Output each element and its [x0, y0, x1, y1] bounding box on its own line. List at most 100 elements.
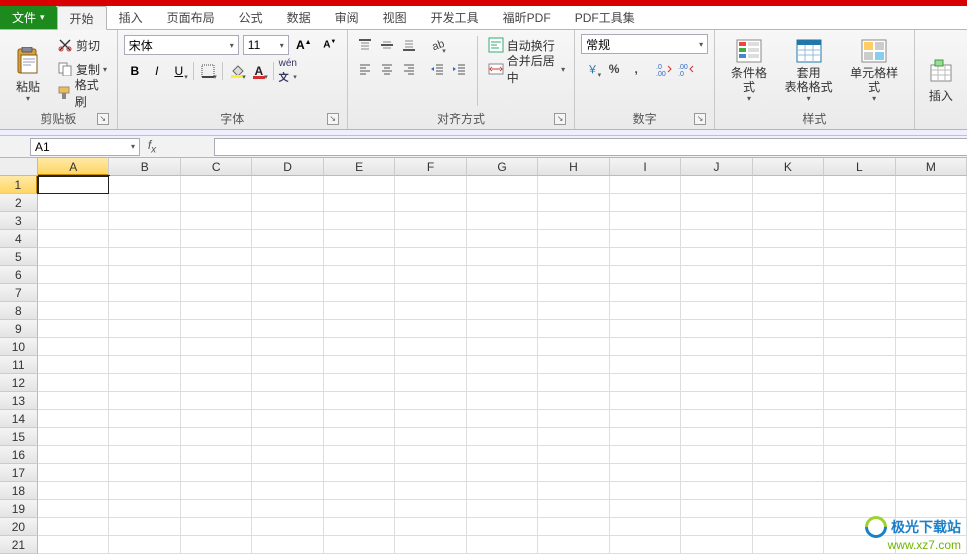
cell[interactable] [181, 374, 252, 392]
row-header[interactable]: 3 [0, 212, 38, 230]
cell[interactable] [109, 536, 180, 554]
increase-decimal-icon[interactable]: .0.00 [653, 58, 675, 80]
cell[interactable] [681, 482, 752, 500]
cell[interactable] [610, 284, 681, 302]
cell[interactable] [896, 176, 967, 194]
row-header[interactable]: 1 [0, 176, 38, 194]
cell[interactable] [324, 338, 395, 356]
orientation-button[interactable]: ab [426, 34, 448, 56]
column-header[interactable]: F [395, 158, 466, 176]
cell[interactable] [395, 446, 466, 464]
cell[interactable] [181, 446, 252, 464]
cell[interactable] [467, 284, 538, 302]
cell[interactable] [681, 248, 752, 266]
cell[interactable] [610, 428, 681, 446]
cell[interactable] [324, 356, 395, 374]
tab-file[interactable]: 文件 [0, 6, 57, 29]
phonetic-button[interactable]: wén文 [277, 60, 299, 82]
align-left-icon[interactable] [354, 58, 376, 80]
cell[interactable] [252, 536, 323, 554]
cell[interactable] [538, 356, 609, 374]
cell[interactable] [538, 320, 609, 338]
cell[interactable] [896, 338, 967, 356]
cell[interactable] [38, 320, 109, 338]
cell[interactable] [324, 248, 395, 266]
cell[interactable] [610, 392, 681, 410]
cell[interactable] [681, 284, 752, 302]
cell[interactable] [896, 320, 967, 338]
cell[interactable] [109, 482, 180, 500]
cell[interactable] [395, 482, 466, 500]
cell[interactable] [896, 392, 967, 410]
cell[interactable] [753, 230, 824, 248]
cell[interactable] [467, 320, 538, 338]
cell[interactable] [109, 428, 180, 446]
cell[interactable] [896, 284, 967, 302]
cell[interactable] [896, 212, 967, 230]
cell[interactable] [109, 212, 180, 230]
cell[interactable] [395, 284, 466, 302]
cell[interactable] [109, 356, 180, 374]
cell[interactable] [824, 338, 895, 356]
cell[interactable] [610, 338, 681, 356]
cell[interactable] [324, 410, 395, 428]
cell[interactable] [324, 176, 395, 194]
cell[interactable] [38, 338, 109, 356]
cell[interactable] [467, 266, 538, 284]
format-as-table-button[interactable]: 套用 表格格式 [781, 34, 837, 106]
cell[interactable] [538, 410, 609, 428]
cell[interactable] [467, 464, 538, 482]
cell[interactable] [467, 248, 538, 266]
cell[interactable] [109, 176, 180, 194]
cell[interactable] [181, 518, 252, 536]
cell[interactable] [538, 446, 609, 464]
cell[interactable] [395, 320, 466, 338]
cell[interactable] [252, 266, 323, 284]
borders-button[interactable] [197, 60, 219, 82]
cell[interactable] [896, 518, 967, 536]
cell[interactable] [896, 302, 967, 320]
cell[interactable] [753, 446, 824, 464]
cell[interactable] [896, 356, 967, 374]
cell[interactable] [538, 536, 609, 554]
cell[interactable] [252, 302, 323, 320]
cell[interactable] [181, 428, 252, 446]
column-header[interactable]: J [681, 158, 752, 176]
cell[interactable] [252, 374, 323, 392]
cell[interactable] [467, 392, 538, 410]
cell[interactable] [896, 230, 967, 248]
percent-button[interactable]: % [603, 58, 625, 80]
cell[interactable] [610, 230, 681, 248]
cell[interactable] [610, 500, 681, 518]
font-color-button[interactable]: A [248, 60, 270, 82]
cell[interactable] [109, 266, 180, 284]
tab-PDF工具集[interactable]: PDF工具集 [563, 6, 647, 29]
cell[interactable] [824, 446, 895, 464]
cell[interactable] [395, 374, 466, 392]
cell[interactable] [395, 230, 466, 248]
cell[interactable] [109, 194, 180, 212]
cell[interactable] [538, 176, 609, 194]
cell[interactable] [753, 320, 824, 338]
column-header[interactable]: I [610, 158, 681, 176]
tab-审阅[interactable]: 审阅 [323, 6, 371, 29]
cell[interactable] [38, 176, 109, 194]
cell[interactable] [610, 464, 681, 482]
cell[interactable] [252, 248, 323, 266]
cell[interactable] [681, 302, 752, 320]
cell[interactable] [38, 266, 109, 284]
cell[interactable] [324, 374, 395, 392]
row-header[interactable]: 16 [0, 446, 38, 464]
cell[interactable] [181, 464, 252, 482]
cell[interactable] [181, 320, 252, 338]
cell[interactable] [896, 464, 967, 482]
cell[interactable] [252, 194, 323, 212]
cell[interactable] [181, 230, 252, 248]
cell[interactable] [324, 518, 395, 536]
cell-styles-button[interactable]: 单元格样式 [841, 34, 908, 106]
cell[interactable] [681, 392, 752, 410]
cell[interactable] [681, 518, 752, 536]
cell[interactable] [324, 212, 395, 230]
row-header[interactable]: 18 [0, 482, 38, 500]
cell[interactable] [896, 194, 967, 212]
